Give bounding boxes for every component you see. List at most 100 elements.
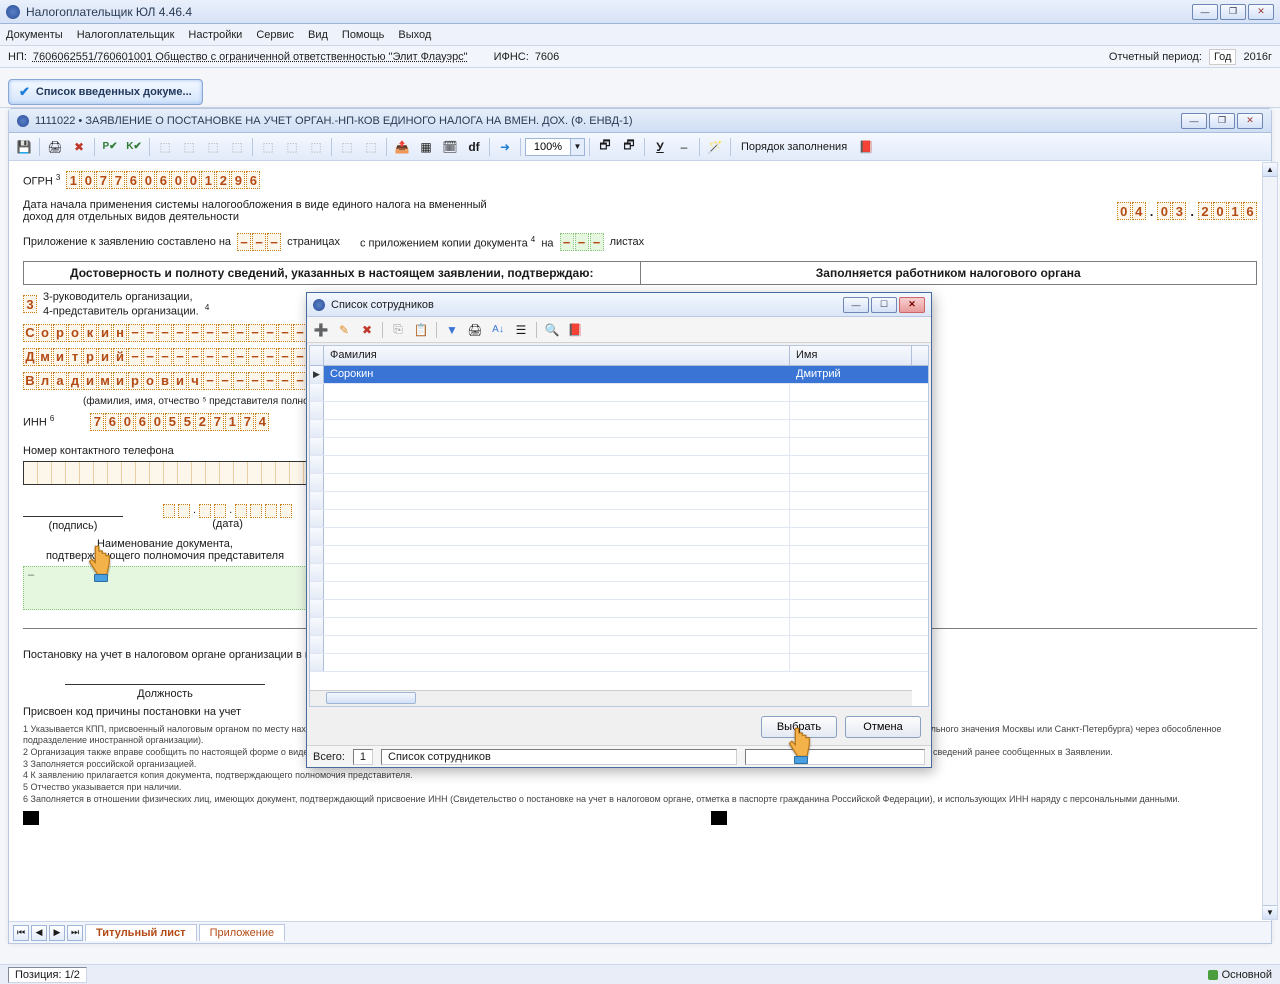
date-year-cells[interactable]: 2016 (1198, 202, 1257, 220)
sheet-prev-button[interactable]: ◀ (31, 925, 47, 941)
select-button[interactable]: Выбрать (761, 716, 837, 738)
menu-service[interactable]: Сервис (256, 29, 294, 41)
inn-cells[interactable]: 760605527174 (90, 413, 269, 431)
main-restore-button[interactable]: ❐ (1220, 4, 1246, 20)
print-icon[interactable]: 🖨 (44, 136, 66, 158)
grid-row-empty[interactable] (310, 600, 928, 618)
grid-row-empty[interactable] (310, 546, 928, 564)
tool-4-icon[interactable]: ⬚ (226, 136, 248, 158)
delete-icon[interactable]: ✖ (68, 136, 90, 158)
menu-exit[interactable]: Выход (398, 29, 431, 41)
window-1-icon[interactable]: 🗗 (594, 136, 616, 158)
tool-1-icon[interactable]: ⬚ (154, 136, 176, 158)
tool-7-icon[interactable]: ⬚ (305, 136, 327, 158)
scroll-down-icon[interactable]: ▼ (1263, 905, 1277, 919)
filter-icon[interactable]: ▼ (442, 320, 462, 340)
surname-cells[interactable]: Сорокин (23, 324, 322, 342)
grid-icon[interactable]: ▦ (415, 136, 437, 158)
export-icon[interactable]: 📤 (391, 136, 413, 158)
zoom-input[interactable] (525, 138, 571, 156)
doc-minimize-button[interactable]: — (1181, 113, 1207, 129)
sheet-tab-title[interactable]: Титульный лист (85, 924, 197, 941)
grid-row-empty[interactable] (310, 618, 928, 636)
cancel-button[interactable]: Отмена (845, 716, 921, 738)
menu-help[interactable]: Помощь (342, 29, 385, 41)
wand-icon[interactable]: 🪄 (704, 136, 726, 158)
col-surname[interactable]: Фамилия (324, 346, 790, 365)
grid-hscroll[interactable] (310, 690, 912, 706)
menu-taxpayer[interactable]: Налогоплательщик (77, 29, 175, 41)
arrow-right-icon[interactable]: ➜ (494, 136, 516, 158)
grid-row-empty[interactable] (310, 492, 928, 510)
role-value-cell[interactable]: 3 (23, 295, 37, 313)
menu-settings[interactable]: Настройки (188, 29, 242, 41)
grid-row-empty[interactable] (310, 654, 928, 672)
add-icon[interactable]: ➕ (311, 320, 331, 340)
sort-icon[interactable]: A↓ (488, 320, 508, 340)
grid-row-empty[interactable] (310, 456, 928, 474)
name-cells[interactable]: Дмитрий (23, 348, 322, 366)
col-name[interactable]: Имя (790, 346, 912, 365)
phone-input[interactable] (23, 461, 307, 485)
grid-row-empty[interactable] (310, 564, 928, 582)
tool-2-icon[interactable]: ⬚ (178, 136, 200, 158)
calendar-icon[interactable]: 🗓 (439, 136, 461, 158)
sheet-next-button[interactable]: ▶ (49, 925, 65, 941)
tool-8-icon[interactable]: ⬚ (336, 136, 358, 158)
period-year-label[interactable]: Год (1209, 49, 1237, 65)
np-link[interactable]: 7606062551/760601001 Общество с ограниче… (33, 51, 468, 63)
modal-close-button[interactable]: ✕ (899, 297, 925, 313)
doc-close-button[interactable]: ✕ (1237, 113, 1263, 129)
grid-row-empty[interactable] (310, 420, 928, 438)
zoom-dropdown-icon[interactable]: ▼ (571, 138, 585, 156)
ogrn-cells[interactable]: 1077606001296 (66, 171, 260, 189)
tool-3-icon[interactable]: ⬚ (202, 136, 224, 158)
grid-row-empty[interactable] (310, 528, 928, 546)
p-check-icon[interactable]: P✔ (99, 136, 121, 158)
document-vscroll[interactable]: ▲ ▼ (1262, 162, 1278, 920)
grid-row-empty[interactable] (310, 582, 928, 600)
grid-row-empty[interactable] (310, 384, 928, 402)
window-2-icon[interactable]: 🗗 (618, 136, 640, 158)
sheet-first-button[interactable]: ⏮ (13, 925, 29, 941)
date-month-cells[interactable]: 03 (1157, 202, 1186, 220)
sheet-last-button[interactable]: ⏭ (67, 925, 83, 941)
modal-minimize-button[interactable]: — (843, 297, 869, 313)
grid-row-empty[interactable] (310, 510, 928, 528)
help-icon[interactable]: 📕 (565, 320, 585, 340)
sign-date-boxes[interactable]: .. (163, 504, 292, 518)
remove-icon[interactable]: ✖ (357, 320, 377, 340)
tool-5-icon[interactable]: ⬚ (257, 136, 279, 158)
k-check-icon[interactable]: K✔ (123, 136, 145, 158)
representative-doc-area[interactable] (23, 566, 307, 610)
main-minimize-button[interactable]: — (1192, 4, 1218, 20)
paste-icon[interactable]: 📋 (411, 320, 431, 340)
scroll-up-icon[interactable]: ▲ (1263, 163, 1277, 177)
print-list-icon[interactable]: 🖨 (465, 320, 485, 340)
grid-row-empty[interactable] (310, 438, 928, 456)
main-close-button[interactable]: ✕ (1248, 4, 1274, 20)
columns-icon[interactable]: ☰ (511, 320, 531, 340)
grid-row-empty[interactable] (310, 636, 928, 654)
grid-row-empty[interactable] (310, 474, 928, 492)
copy-icon[interactable]: ⎘ (388, 320, 408, 340)
grid-row-selected[interactable]: ▶ Сорокин Дмитрий (310, 366, 928, 384)
dash-icon[interactable]: – (673, 136, 695, 158)
search-icon[interactable]: 🔍 (542, 320, 562, 340)
fill-order-link[interactable]: Порядок заполнения (735, 141, 853, 153)
underline-icon[interactable]: У (649, 136, 671, 158)
menu-view[interactable]: Вид (308, 29, 328, 41)
save-icon[interactable]: 💾 (13, 136, 35, 158)
date-day-cells[interactable]: 04 (1117, 202, 1146, 220)
edit-icon[interactable]: ✎ (334, 320, 354, 340)
book-icon[interactable]: 📕 (855, 136, 877, 158)
sheet-tab-attachment[interactable]: Приложение (199, 924, 286, 941)
entered-docs-tab[interactable]: ✔ Список введенных докуме... (8, 79, 203, 105)
menu-documents[interactable]: Документы (6, 29, 63, 41)
doc-restore-button[interactable]: ❐ (1209, 113, 1235, 129)
modal-maximize-button[interactable]: ☐ (871, 297, 897, 313)
tool-6-icon[interactable]: ⬚ (281, 136, 303, 158)
code-icon[interactable]: df (463, 136, 485, 158)
grid-row-empty[interactable] (310, 402, 928, 420)
tool-9-icon[interactable]: ⬚ (360, 136, 382, 158)
